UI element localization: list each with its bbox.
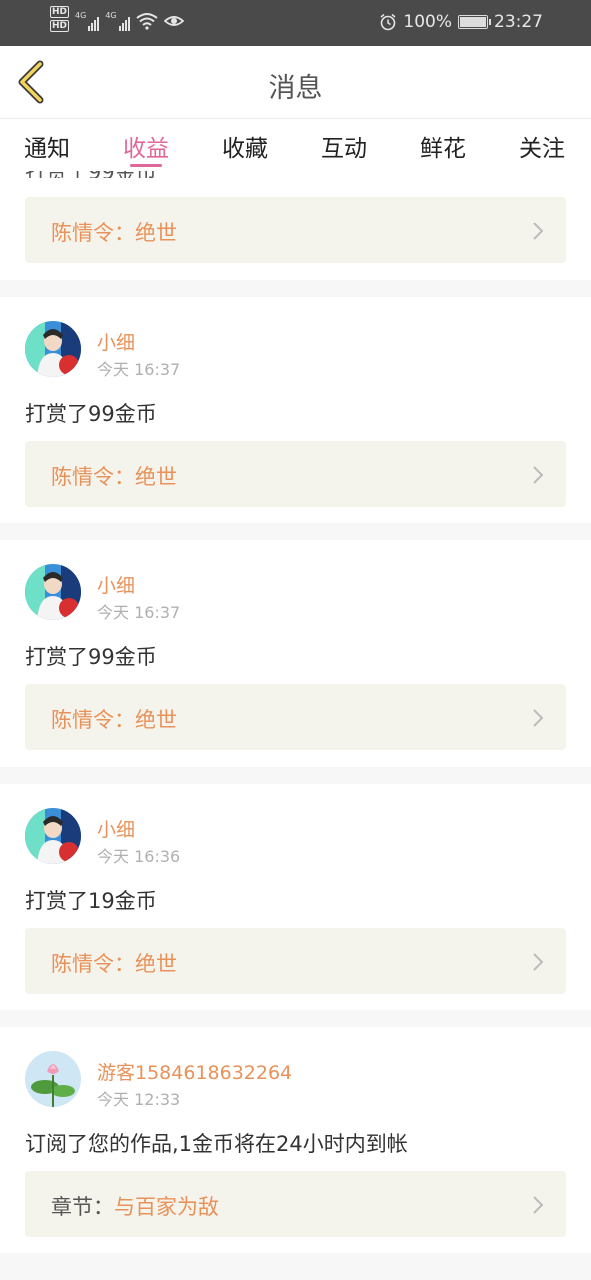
message-card: 小细 今天 16:36 打赏了19金币 陈情令：绝世 (0, 784, 591, 1010)
message-time: 今天 12:33 (97, 1090, 181, 1109)
tab-notifications[interactable]: 通知 (24, 129, 70, 163)
tab-earnings[interactable]: 收益 (123, 129, 169, 163)
user-name[interactable]: 游客1584618632264 (97, 1058, 292, 1085)
chevron-right-icon (533, 222, 544, 240)
work-title: 陈情令：绝世 (51, 465, 177, 489)
user-avatar[interactable] (25, 808, 81, 864)
message-text: 打赏了99金币 (25, 645, 157, 669)
battery-percent: 100% (403, 12, 452, 32)
chapter-link-label: 章节：与百家为敌 (51, 1191, 219, 1221)
work-link-label: 陈情令：绝世 (51, 217, 177, 247)
tab-favorites[interactable]: 收藏 (222, 129, 268, 163)
message-card: 游客1584618632264 今天 12:33 订阅了您的作品,1金币将在24… (0, 1027, 591, 1253)
work-title: 陈情令：绝世 (51, 952, 177, 976)
wifi-icon (135, 13, 158, 30)
work-title: 陈情令：绝世 (51, 708, 177, 732)
message-time: 今天 16:36 (97, 847, 181, 866)
network-type-label: 4G (105, 11, 117, 20)
tab-flowers[interactable]: 鲜花 (420, 129, 466, 163)
status-bar: HD HD 4G 4G 100% 23:27 (0, 0, 591, 46)
signal-icon: 4G (105, 11, 130, 31)
chapter-link[interactable]: 章节：与百家为敌 (25, 1171, 566, 1237)
chevron-right-icon (533, 709, 544, 727)
user-name[interactable]: 小细 (97, 328, 135, 355)
chevron-right-icon (533, 953, 544, 971)
work-link[interactable]: 陈情令：绝世 (25, 441, 566, 507)
hd-icon: HD (50, 20, 70, 32)
chapter-title: 与百家为敌 (114, 1195, 219, 1219)
user-name[interactable]: 小细 (97, 815, 135, 842)
truncated-text: 打赏了99金币 (25, 171, 185, 178)
status-right: 100% 23:27 (379, 12, 543, 32)
work-link[interactable]: 陈情令：绝世 (25, 684, 566, 750)
message-text: 订阅了您的作品,1金币将在24小时内到帐 (25, 1132, 408, 1156)
user-avatar[interactable] (25, 564, 81, 620)
message-card: 小细 今天 16:37 打赏了99金币 陈情令：绝世 (0, 297, 591, 523)
tab-bar: 通知 收益 收藏 互动 鲜花 关注 (0, 119, 591, 171)
tab-following[interactable]: 关注 (519, 129, 565, 163)
tab-interactions[interactable]: 互动 (321, 129, 367, 163)
hd-icon: HD (50, 6, 70, 18)
message-card: 小细 今天 16:37 打赏了99金币 陈情令：绝世 (0, 540, 591, 767)
work-link-label: 陈情令：绝世 (51, 948, 177, 978)
work-link[interactable]: 陈情令：绝世 (25, 197, 566, 263)
active-tab-indicator (130, 164, 162, 167)
user-avatar[interactable] (25, 1051, 81, 1107)
hd-icons: HD HD (50, 6, 70, 32)
battery-icon (458, 15, 491, 29)
chevron-right-icon (533, 1196, 544, 1214)
status-left: HD HD 4G 4G (50, 6, 184, 32)
message-time: 今天 16:37 (97, 603, 181, 622)
network-type-label: 4G (75, 11, 87, 20)
signal-icon: 4G (75, 11, 100, 31)
nav-header: 消息 (0, 46, 591, 119)
message-text: 打赏了19金币 (25, 889, 157, 913)
user-name[interactable]: 小细 (97, 571, 135, 598)
eye-icon (163, 16, 184, 26)
page-title: 消息 (268, 73, 323, 104)
message-text: 打赏了99金币 (25, 402, 157, 426)
user-avatar[interactable] (25, 321, 81, 377)
clock: 23:27 (494, 12, 543, 32)
alarm-icon (380, 13, 396, 31)
work-link-label: 陈情令：绝世 (51, 704, 177, 734)
message-time: 今天 16:37 (97, 360, 181, 379)
chevron-right-icon (533, 466, 544, 484)
work-link-label: 陈情令：绝世 (51, 461, 177, 491)
battery-fill (460, 17, 487, 27)
work-title: 陈情令：绝世 (51, 221, 177, 245)
ref-label: 章节： (51, 1195, 114, 1219)
work-link[interactable]: 陈情令：绝世 (25, 928, 566, 994)
message-card: 打赏了99金币 陈情令：绝世 (0, 171, 591, 280)
